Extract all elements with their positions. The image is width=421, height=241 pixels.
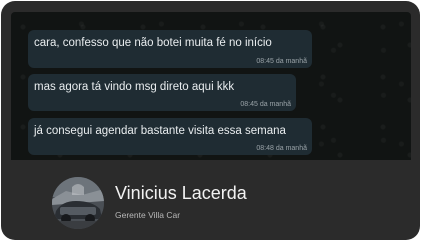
message-time: 08:45 da manhã bbox=[256, 58, 307, 65]
message-time: 08:45 da manhã bbox=[240, 101, 291, 108]
author-role: Gerente Villa Car bbox=[115, 210, 181, 220]
message-text: cara, confesso que não botei muita fé no… bbox=[34, 37, 272, 49]
message-text: mas agora tá vindo msg direto aqui kkk bbox=[34, 81, 235, 93]
message-time: 08:48 da manhã bbox=[256, 145, 307, 152]
avatar-photo bbox=[52, 177, 104, 229]
author-name: Vinicius Lacerda bbox=[115, 183, 247, 203]
avatar bbox=[52, 177, 104, 229]
message-text: já consegui agendar bastante visita essa… bbox=[34, 125, 286, 137]
chat-screenshot: cara, confesso que não botei muita fé no… bbox=[11, 12, 411, 160]
message-bubble: mas agora tá vindo msg direto aqui kkk 0… bbox=[28, 74, 296, 111]
message-bubble: cara, confesso que não botei muita fé no… bbox=[28, 30, 312, 68]
message-bubble: já consegui agendar bastante visita essa… bbox=[28, 118, 312, 155]
testimonial-card: cara, confesso que não botei muita fé no… bbox=[1, 1, 420, 240]
author-profile: Vinicius Lacerda Gerente Villa Car bbox=[52, 177, 382, 229]
